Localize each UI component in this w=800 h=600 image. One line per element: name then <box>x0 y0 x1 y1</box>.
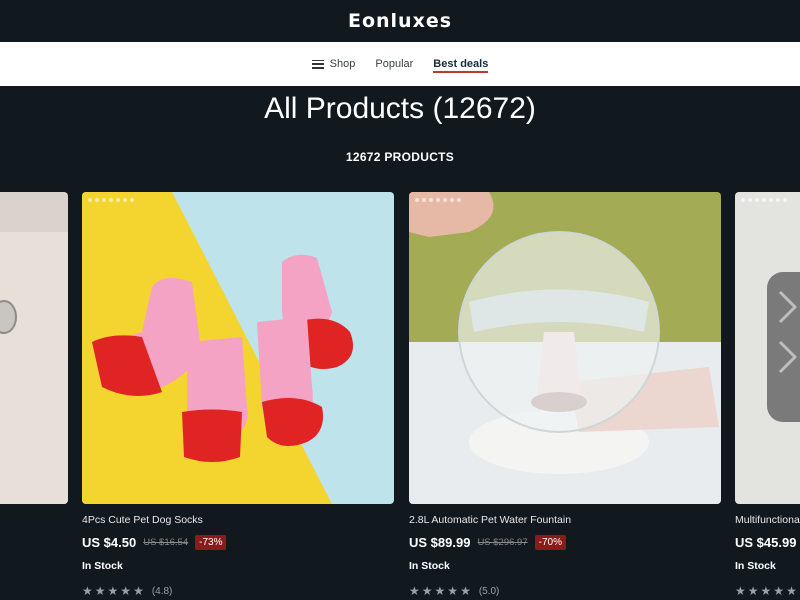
product-price: US $4.50 <box>82 535 137 550</box>
image-dots[interactable] <box>88 198 134 202</box>
product-image[interactable] <box>82 192 394 504</box>
nav-shop-label: Shop <box>329 58 356 70</box>
product-rating: ★ ★ ★ ★ ★ (4.8) <box>82 584 394 598</box>
product-count: 12672 PRODUCTS <box>345 150 455 164</box>
top-header: Eonluxes <box>0 0 800 42</box>
star-icon: ★ <box>120 584 132 598</box>
star-icon: ★ <box>434 584 446 598</box>
product-rating: ★ ★ ★ ★ ★ <box>735 584 800 598</box>
product-image[interactable] <box>0 192 68 504</box>
star-icon: ★ <box>409 584 420 598</box>
nav-best-deals-label: Best deals <box>433 58 489 70</box>
nav-popular[interactable]: Popular <box>375 42 413 86</box>
star-icon: ★ <box>760 584 772 598</box>
star-icon: ★ <box>447 584 459 598</box>
star-icon: ★ <box>94 584 106 598</box>
nav-shop[interactable]: Shop <box>311 42 356 86</box>
brand-logo[interactable]: Eonluxes <box>348 10 452 32</box>
product-name[interactable]: 4Pcs Cute Pet Dog Socks <box>82 514 394 526</box>
discount-badge: -70% <box>534 535 566 550</box>
star-icon: ★ <box>421 584 433 598</box>
star-icon: ★ <box>773 584 785 598</box>
product-price: US $45.99 <box>735 535 797 550</box>
product-name[interactable]: 2.8L Automatic Pet Water Fountain <box>409 514 721 526</box>
stock-status: In Stock <box>409 560 450 572</box>
product-card[interactable]: 4Pcs Cute Pet Dog Socks US $4.50 US $16.… <box>82 192 394 598</box>
product-carousel: 4Pcs Cute Pet Dog Socks US $4.50 US $16.… <box>0 192 800 600</box>
star-icon: ★ <box>747 584 759 598</box>
product-rating: ★ ★ ★ ★ ★ (5.0) <box>409 584 721 598</box>
page-title-text: All Products <box>264 92 425 125</box>
nav-best-deals[interactable]: Best deals <box>433 42 489 86</box>
menu-icon <box>311 59 324 69</box>
product-card-partial-right[interactable]: Multifunctional US $45.99 In Stock ★ ★ ★… <box>735 192 800 598</box>
image-dots[interactable] <box>415 198 461 202</box>
star-icon: ★ <box>82 584 93 598</box>
product-card[interactable]: 2.8L Automatic Pet Water Fountain US $89… <box>409 192 721 598</box>
star-icon: ★ <box>133 584 144 598</box>
product-image[interactable] <box>735 192 800 504</box>
stock-status: In Stock <box>735 560 776 572</box>
star-icon: ★ <box>735 584 746 598</box>
product-card-partial-left[interactable] <box>0 192 68 504</box>
page-title: All Products (12672) <box>0 92 800 126</box>
star-icon: ★ <box>786 584 797 598</box>
rating-value: (4.8) <box>151 585 173 597</box>
discount-badge: -73% <box>195 535 227 550</box>
nav-popular-label: Popular <box>375 58 414 70</box>
product-price: US $89.99 <box>409 535 471 550</box>
product-image[interactable] <box>409 192 721 504</box>
image-dots[interactable] <box>741 198 787 202</box>
product-old-price: US $16.54 <box>143 537 189 548</box>
page-title-count: (12672) <box>432 92 536 125</box>
rating-value: (5.0) <box>478 585 500 597</box>
product-name[interactable]: Multifunctional <box>735 514 800 526</box>
product-old-price: US $296.97 <box>477 537 528 548</box>
main-nav: Shop Popular Best deals <box>0 42 800 86</box>
stock-status: In Stock <box>82 560 123 572</box>
star-icon: ★ <box>107 584 119 598</box>
star-icon: ★ <box>460 584 471 598</box>
